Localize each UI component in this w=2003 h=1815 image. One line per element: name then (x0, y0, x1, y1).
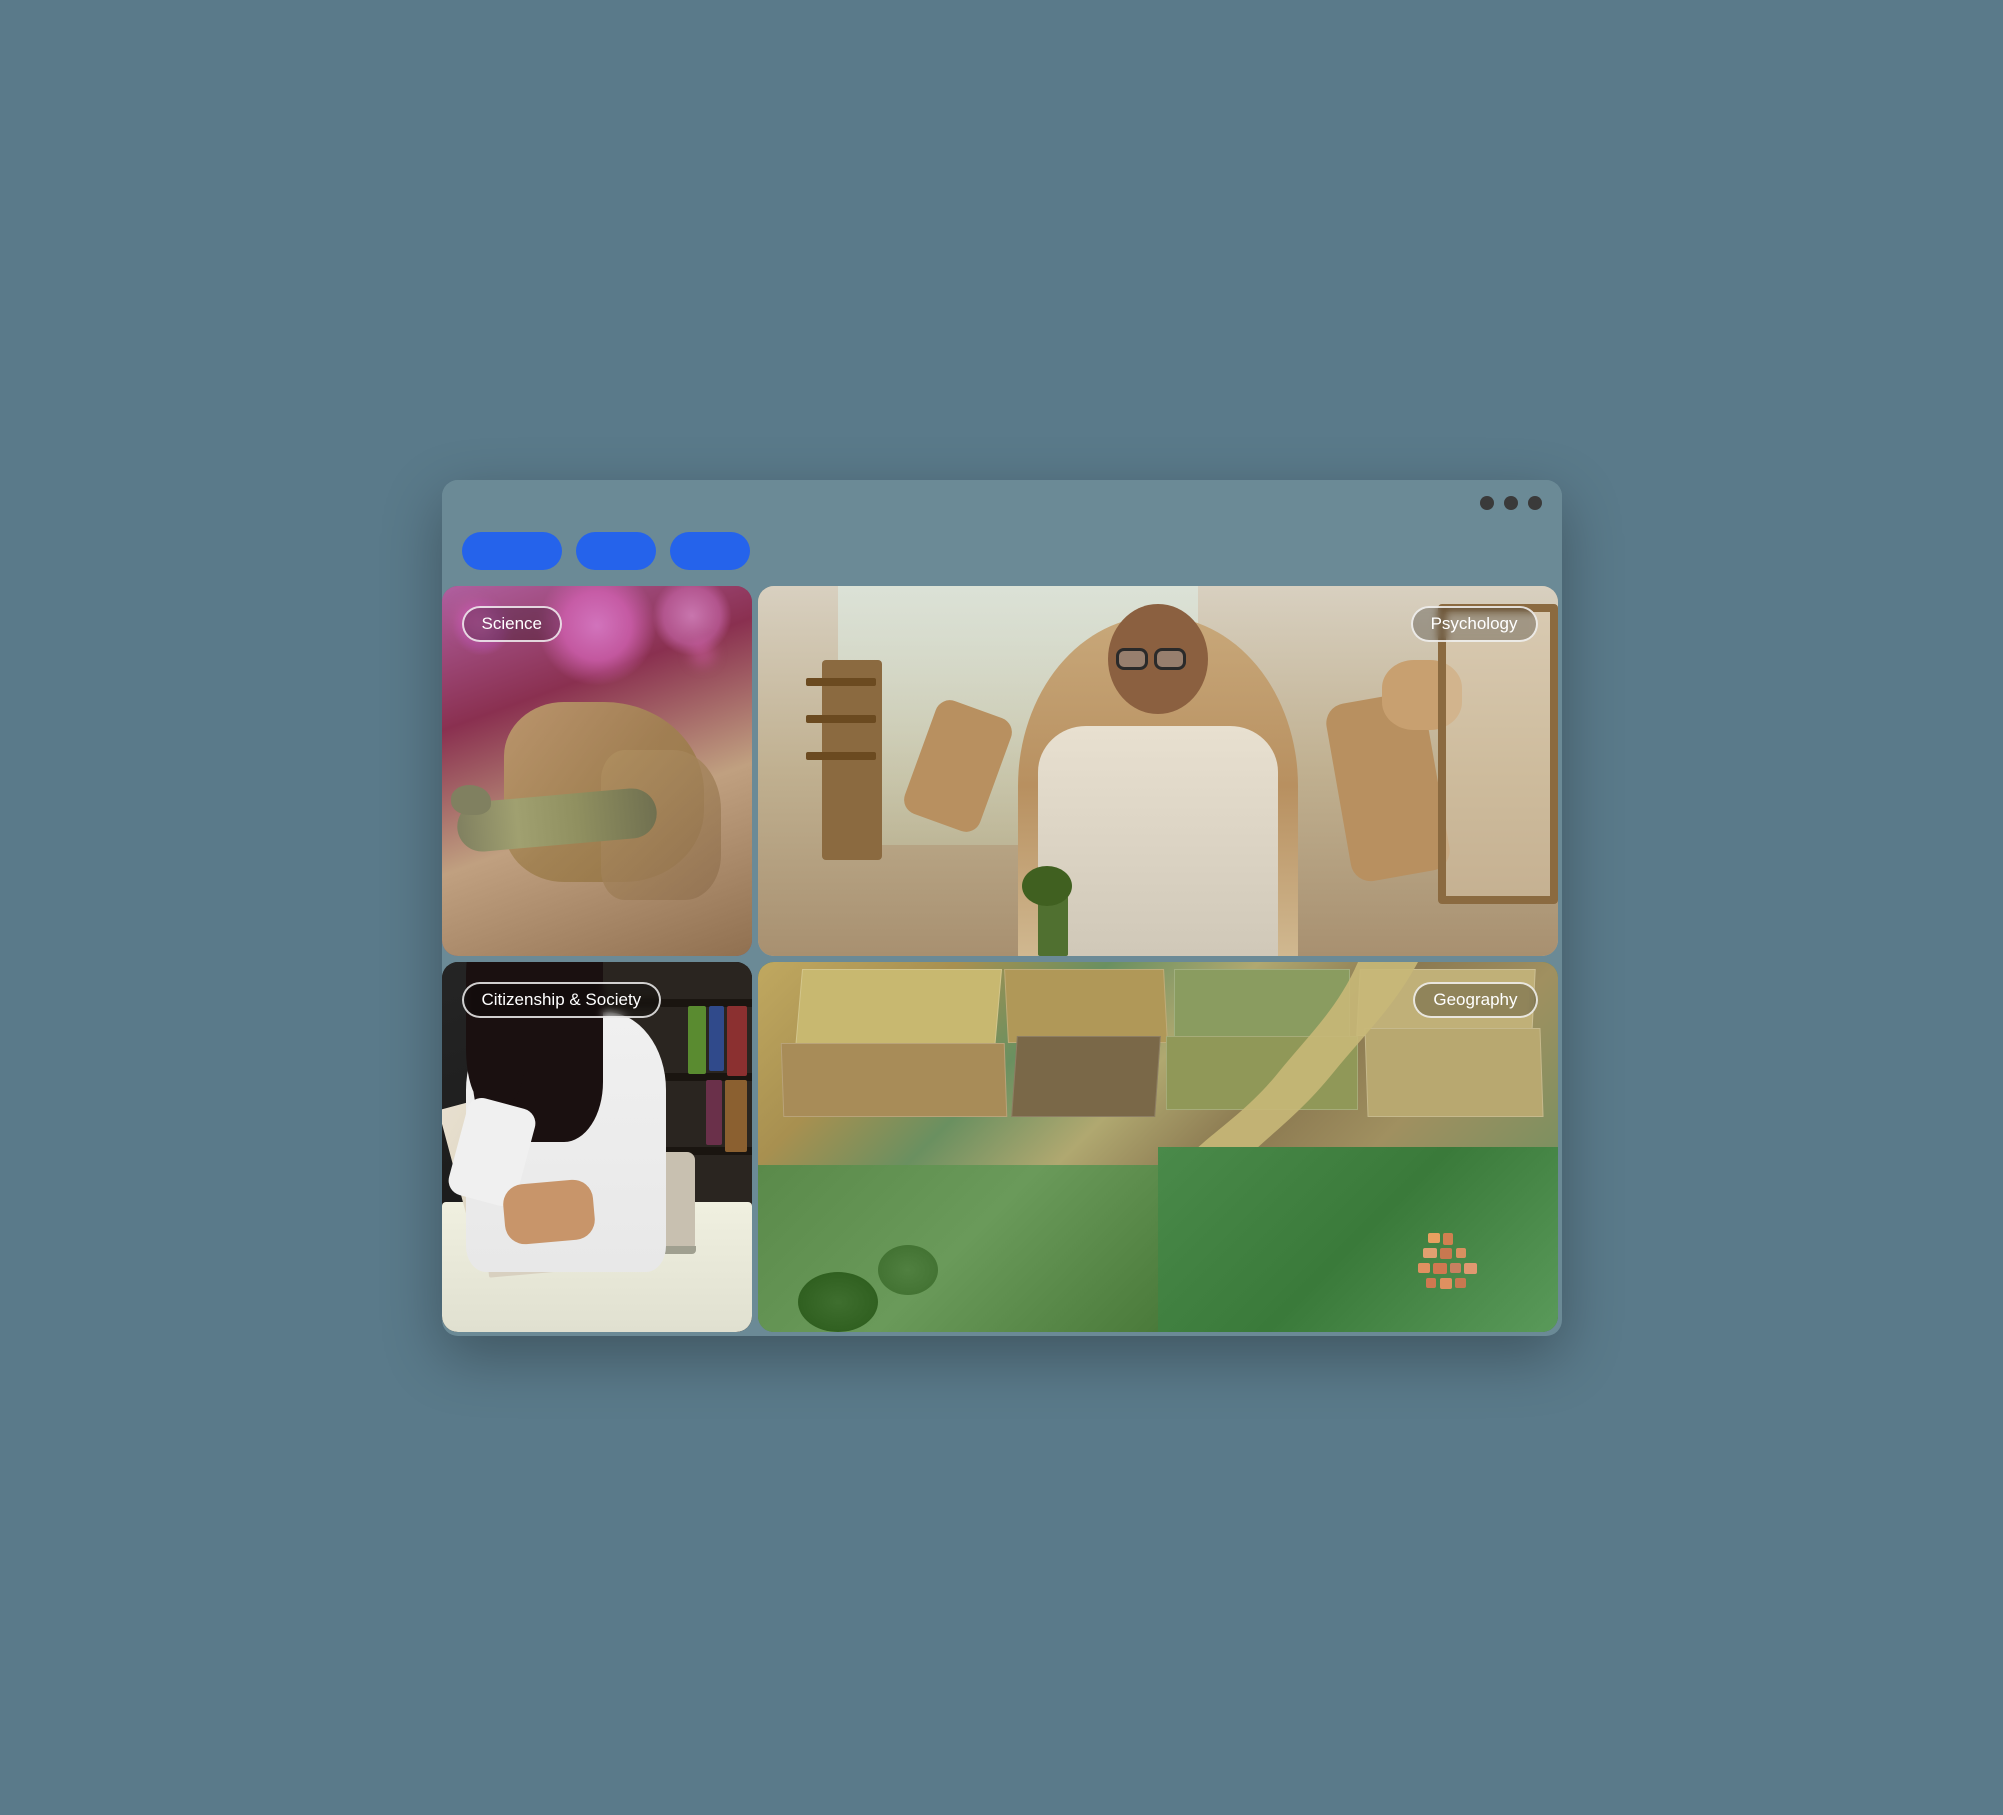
card-geography[interactable]: Geography (758, 962, 1558, 1332)
card-citizenship[interactable]: Citizenship & Society (442, 962, 752, 1332)
toolbar-button-3[interactable] (670, 532, 750, 570)
window-controls (1480, 496, 1542, 510)
content-area: Science (442, 586, 1562, 1336)
card-science[interactable]: Science (442, 586, 752, 956)
geography-label: Geography (1413, 982, 1537, 1018)
title-bar (442, 480, 1562, 522)
toolbar-button-1[interactable] (462, 532, 562, 570)
window-dot-2[interactable] (1504, 496, 1518, 510)
citizenship-label: Citizenship & Society (462, 982, 662, 1018)
psychology-label: Psychology (1411, 606, 1538, 642)
toolbar-button-2[interactable] (576, 532, 656, 570)
toolbar (442, 522, 1562, 586)
science-label: Science (462, 606, 562, 642)
card-psychology[interactable]: Psychology (758, 586, 1558, 956)
browser-window: Science (442, 480, 1562, 1336)
window-dot-3[interactable] (1528, 496, 1542, 510)
window-dot-1[interactable] (1480, 496, 1494, 510)
